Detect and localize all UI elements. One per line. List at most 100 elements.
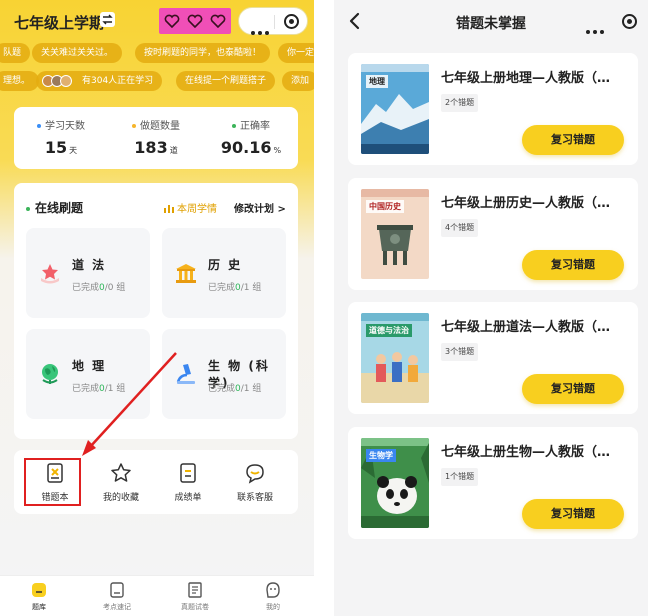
chat-icon [246,464,264,484]
tab-past-papers[interactable]: 真题试卷 [156,581,234,612]
question-bank-icon [32,583,46,597]
stat-unit: % [273,146,282,155]
tool-label: 我的收藏 [102,493,139,503]
panel-divider [314,0,334,616]
learners-count-text: 有304人正在学习 [82,76,154,86]
book-card-history[interactable]: 中国历史 七年级上册历史—人教版（… 4个错题 复习错题 [348,178,638,290]
tool-label: 成绩单 [174,493,202,503]
book-title: 七年级上册生物—人教版（… [441,445,611,460]
review-wrong-button[interactable]: 复习错题 [522,374,624,404]
star-icon [111,463,131,482]
marquee-chip: 关关难过关关过。 [32,43,123,63]
marquee-row-1: 队题 关关难过关关过。 按时刷题的同学，也泰酷啦！ 你一定 [0,43,314,63]
wrong-count-badge: 2个错题 [441,94,479,112]
wrong-count-badge: 1个错题 [441,468,479,486]
tab-question-bank[interactable]: 题库 [0,581,78,612]
notebook-icon [110,582,124,598]
book-cover: 地理 [361,64,429,154]
book-card-biology[interactable]: 生物学 七年级上册生物—人教版（… 1个错题 复习错题 [348,427,638,539]
tab-mine[interactable]: 我的 [234,581,312,612]
stat-label: 正确率 [240,121,270,132]
stats-card: 学习天数 15 天 做题数量 183 道 正确率 90.16% [14,107,298,169]
weekly-label: 本周学情 [177,204,217,215]
globe-icon [42,364,58,384]
section-title: 在线刷题 [26,199,83,216]
tab-label: 真题试卷 [181,603,209,611]
report-card-button[interactable]: 成绩单 [158,462,218,503]
swap-icon[interactable] [100,12,115,27]
bottom-tab-bar: 题库 考点速记 真题试卷 我的 [0,575,314,616]
tool-label: 联系客服 [236,493,273,503]
cover-title: 地理 [366,75,388,88]
subject-card-ethics[interactable]: 道 法 已完成0/0 组 [26,228,150,318]
book-cover: 道德与法治 [361,313,429,403]
customer-service-button[interactable]: 联系客服 [225,462,285,503]
report-icon [180,463,196,483]
star-ribbon-icon [41,264,59,284]
marquee-row-2: 理想。 有304人正在学习 在线提一个刷题搭子 添加 [0,71,314,91]
review-wrong-button[interactable]: 复习错题 [522,125,624,155]
stat-accuracy: 正确率 90.16% [204,117,298,157]
stat-value: 183 [134,138,168,157]
book-card-ethics[interactable]: 道德与法治 七年级上册道法—人教版（… 3个错题 复习错题 [348,302,638,414]
book-title: 七年级上册道法—人教版（… [441,320,611,335]
heart-sticker [159,8,231,34]
semester-title[interactable]: 七年级上学期 [14,12,104,33]
marquee-chip: 在线提一个刷题搭子 [176,71,276,91]
marquee-chip: 你一定 [278,43,314,63]
stat-question-count: 做题数量 183 道 [109,117,203,157]
stat-label: 做题数量 [140,121,180,132]
review-wrong-button[interactable]: 复习错题 [522,499,624,529]
subject-card-history[interactable]: 历 史 已完成0/1 组 [162,228,286,318]
wrong-count-badge: 4个错题 [441,219,479,237]
tab-label: 考点速记 [103,603,131,611]
stat-label: 学习天数 [45,121,85,132]
subject-progress: 已完成0/1 组 [208,283,262,293]
avatar-group [42,75,72,95]
book-card-geography[interactable]: 地理 七年级上册地理—人教版（… 2个错题 复习错题 [348,53,638,165]
nav-header: 错题未掌握 [334,0,648,44]
mini-program-capsule [238,7,308,35]
heart-icon [187,14,203,28]
wrong-count-badge: 3个错题 [441,343,479,361]
favorites-button[interactable]: 我的收藏 [91,462,151,503]
stat-value: 15 [44,138,68,157]
subject-card-geography[interactable]: 地 理 已完成0/1 组 [26,329,150,419]
stat-unit: 天 [69,146,78,155]
book-title: 七年级上册地理—人教版（… [441,71,611,86]
tab-label: 我的 [266,603,280,611]
profile-icon [266,582,280,598]
marquee-chip: 队题 [0,43,31,63]
temple-icon [176,264,196,283]
more-icon[interactable] [251,20,272,39]
marquee-chip: 添加 [282,71,314,91]
tab-key-points[interactable]: 考点速记 [78,581,156,612]
close-target-icon[interactable] [284,14,299,29]
marquee-chip: 有304人正在学习 [36,71,163,91]
highlight-box [24,458,81,506]
stat-unit: 道 [169,146,178,155]
cover-title: 中国历史 [366,200,404,213]
cover-title: 道德与法治 [366,324,412,337]
edit-plan-link[interactable]: 修改计划 > [234,200,286,215]
heart-icon [164,14,180,28]
bar-chart-icon [164,205,174,213]
review-wrong-button[interactable]: 复习错题 [522,250,624,280]
close-target-icon[interactable] [622,14,637,29]
book-cover: 中国历史 [361,189,429,279]
online-drill-card: 在线刷题 本周学情 修改计划 > 道 法 已完成0/0 组 历 史 已完成0/1… [14,183,298,439]
subject-progress: 已完成0/1 组 [72,384,126,394]
stat-study-days: 学习天数 15 天 [14,117,108,157]
weekly-report-link[interactable]: 本周学情 [164,200,217,215]
subject-progress: 已完成0/0 组 [72,283,126,293]
top-bar: 七年级上学期 [0,0,314,40]
marquee-chip: 按时刷题的同学，也泰酷啦！ [135,43,271,63]
more-icon[interactable] [586,19,607,38]
subject-card-biology[interactable]: 生 物 (科学) 已完成0/1 组 [162,329,286,419]
marquee-chip: 理想。 [0,71,40,91]
cover-title: 生物学 [366,449,396,462]
heart-icon [210,14,226,28]
microscope-icon [176,364,195,384]
subject-progress: 已完成0/1 组 [208,384,262,394]
question-bank-screen: 七年级上学期 队题 关关难过关关过。 按时刷题的同学，也泰酷啦！ 你一定 理想。… [0,0,314,616]
